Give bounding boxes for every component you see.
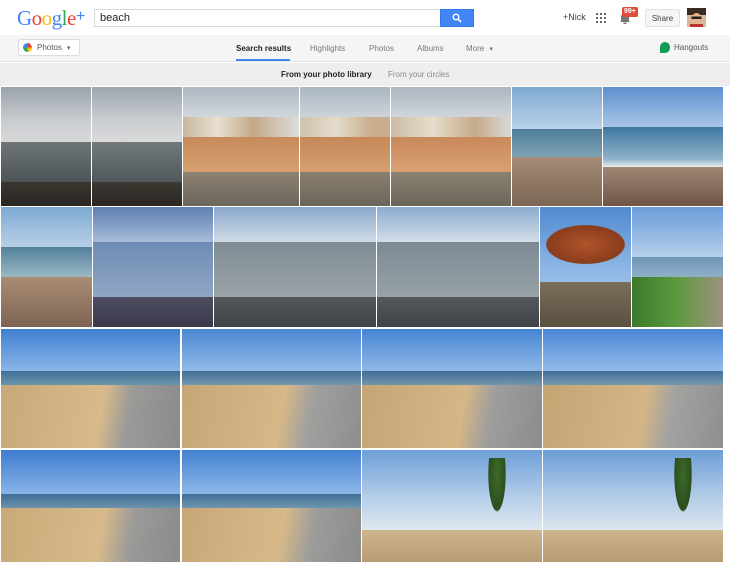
hangouts-button[interactable]: Hangouts [660, 42, 708, 53]
tab-more-label: More [466, 44, 485, 53]
navigation-bar: Photos ▾ Search results Highlights Photo… [0, 35, 730, 62]
hangouts-icon [660, 42, 670, 53]
photos-dropdown-label: Photos [37, 43, 62, 52]
photo-thumbnail[interactable] [92, 87, 182, 206]
photo-thumbnail[interactable] [1, 87, 91, 206]
photo-thumbnail[interactable] [362, 329, 542, 448]
share-button[interactable]: Share [645, 9, 680, 27]
photo-thumbnail[interactable] [1, 450, 180, 562]
top-bar: Google+ +Nick 99+ Share [0, 0, 730, 35]
active-tab-indicator [236, 59, 290, 61]
photo-thumbnail[interactable] [93, 207, 213, 327]
photo-thumbnail[interactable] [182, 329, 361, 448]
from-photo-library-toggle[interactable]: From your photo library [281, 70, 372, 79]
photo-thumbnail[interactable] [1, 329, 180, 448]
chevron-down-icon: ▾ [66, 44, 71, 52]
photo-thumbnail[interactable] [377, 207, 539, 327]
tab-albums[interactable]: Albums [417, 44, 444, 53]
google-plus-logo[interactable]: Google+ [17, 6, 85, 31]
photos-pinwheel-icon [23, 43, 32, 52]
avatar[interactable] [687, 8, 706, 27]
photo-thumbnail[interactable] [543, 450, 723, 562]
photo-grid [0, 87, 730, 562]
photos-dropdown[interactable]: Photos ▾ [18, 39, 80, 56]
search-icon [452, 13, 462, 23]
photo-thumbnail[interactable] [512, 87, 602, 206]
chevron-down-icon: ▾ [489, 46, 493, 53]
photo-thumbnail[interactable] [603, 87, 723, 206]
photo-thumbnail[interactable] [543, 329, 723, 448]
tab-photos[interactable]: Photos [369, 44, 394, 53]
tab-search-results[interactable]: Search results [236, 44, 291, 53]
search-button[interactable] [440, 9, 474, 27]
photo-thumbnail[interactable] [391, 87, 511, 206]
tab-highlights[interactable]: Highlights [310, 44, 345, 53]
search-input[interactable] [94, 9, 440, 27]
user-profile-link[interactable]: +Nick [563, 12, 586, 22]
photo-thumbnail[interactable] [300, 87, 390, 206]
photo-thumbnail[interactable] [632, 207, 723, 327]
photo-thumbnail[interactable] [362, 450, 542, 562]
from-circles-toggle[interactable]: From your circles [388, 70, 449, 79]
photo-thumbnail[interactable] [182, 450, 361, 562]
tab-more[interactable]: More ▾ [466, 44, 493, 53]
photo-thumbnail[interactable] [1, 207, 92, 327]
apps-grid-icon[interactable] [596, 13, 606, 23]
hangouts-label: Hangouts [674, 43, 709, 52]
photo-thumbnail[interactable] [540, 207, 631, 327]
source-switcher: From your photo library From your circle… [0, 63, 730, 86]
photo-thumbnail[interactable] [214, 207, 376, 327]
photo-thumbnail[interactable] [183, 87, 299, 206]
notification-count-badge[interactable]: 99+ [622, 7, 638, 17]
